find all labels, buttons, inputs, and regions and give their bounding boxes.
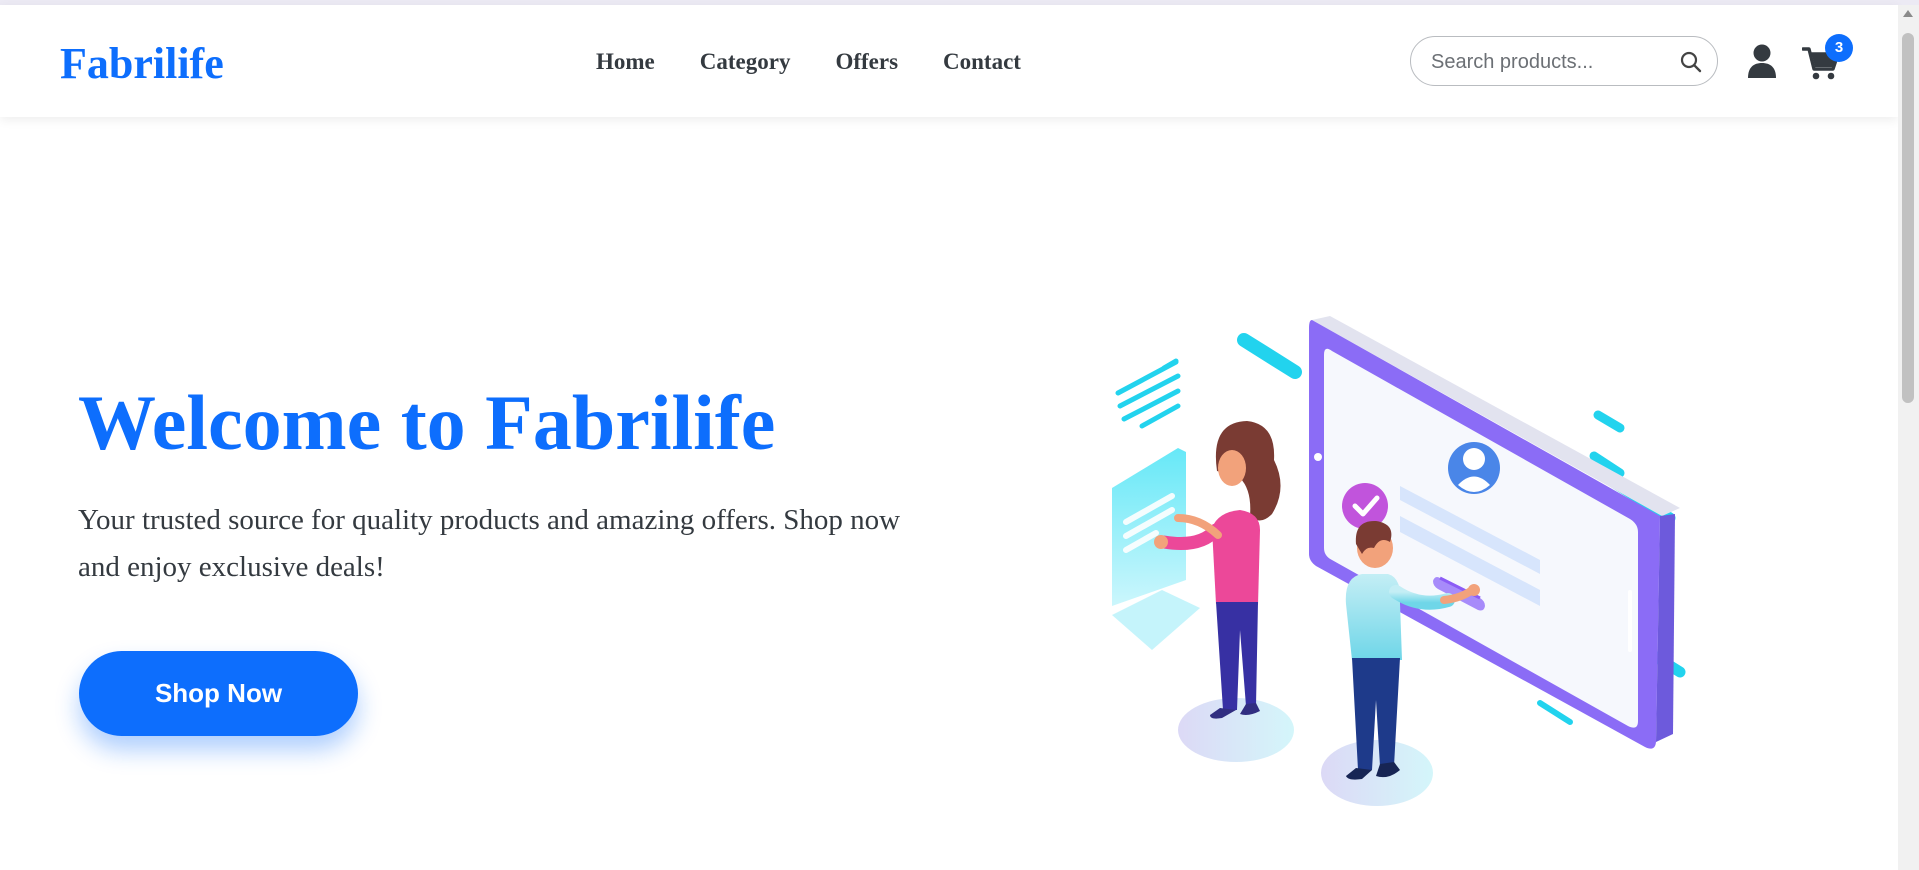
scroll-up-arrow-icon[interactable] [1903, 10, 1913, 17]
scrollbar-thumb[interactable] [1902, 33, 1914, 403]
search-icon[interactable] [1679, 50, 1703, 74]
user-icon[interactable] [1746, 43, 1778, 79]
nav-category[interactable]: Category [700, 49, 791, 75]
shop-now-button[interactable]: Shop Now [79, 651, 358, 736]
search-box [1410, 36, 1718, 86]
cart-count-badge: 3 [1825, 34, 1853, 62]
hero-title: Welcome to Fabrilife [78, 379, 776, 466]
site-header: Fabrilife Home Category Offers Contact 3 [0, 5, 1898, 117]
people-using-tablet-illustration [1112, 316, 1686, 806]
brand-logo[interactable]: Fabrilife [60, 39, 224, 89]
nav-home[interactable]: Home [596, 49, 655, 75]
nav-contact[interactable]: Contact [943, 49, 1021, 75]
search-input[interactable] [1429, 49, 1673, 75]
main-nav: Home Category Offers Contact [596, 49, 1021, 75]
hero-description: Your trusted source for quality products… [78, 504, 901, 583]
nav-offers[interactable]: Offers [835, 49, 898, 75]
